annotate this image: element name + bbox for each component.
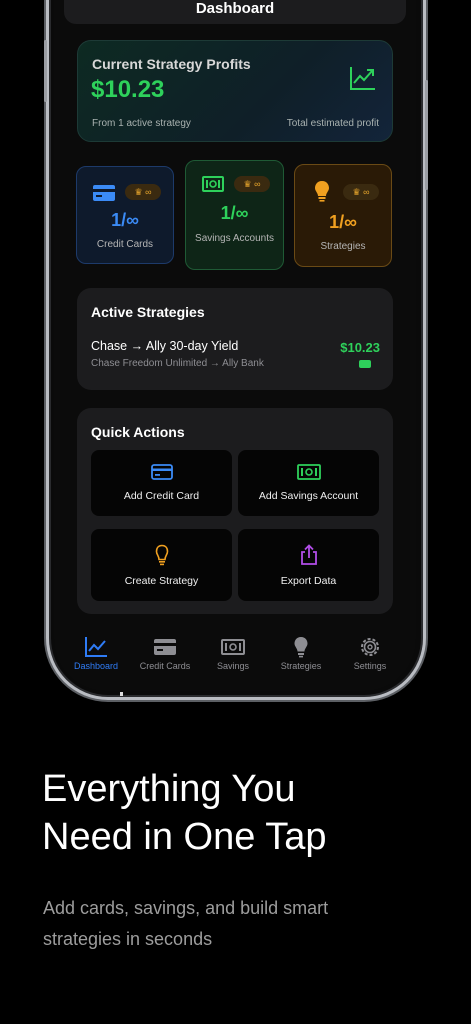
profits-amount: $10.23 bbox=[91, 76, 165, 103]
strategies-count: 1/∞ bbox=[329, 212, 357, 232]
tab-label: Strategies bbox=[280, 661, 322, 671]
banknote-icon bbox=[296, 464, 321, 480]
profits-total-label: Total estimated profit bbox=[286, 118, 379, 129]
app-screen: Dashboard Current Strategy Profits $10.2… bbox=[54, 0, 416, 691]
phone-side-button bbox=[44, 40, 47, 102]
add-savings-account-button[interactable]: Add Savings Account bbox=[238, 450, 379, 516]
active-strategies-card: Active Strategies Chase → Ally 30-day Yi… bbox=[77, 288, 393, 390]
profits-title: Current Strategy Profits bbox=[92, 56, 251, 72]
credit-cards-count: 1/∞ bbox=[111, 210, 139, 230]
strategies-tile[interactable]: ♛ ∞ 1/∞ Strategies bbox=[294, 164, 392, 267]
chart-icon bbox=[85, 637, 107, 657]
gear-icon bbox=[361, 638, 379, 656]
tab-label: Settings bbox=[353, 661, 387, 671]
button-label: Add Savings Account bbox=[258, 490, 359, 502]
lightbulb-icon bbox=[315, 181, 329, 202]
subline-line: Add cards, savings, and build smart bbox=[43, 898, 329, 918]
banknote-icon bbox=[202, 176, 224, 192]
quick-actions-card: Quick Actions Add Credit Card Add Saving… bbox=[77, 408, 393, 614]
tab-label: Dashboard bbox=[73, 661, 119, 671]
button-label: Export Data bbox=[280, 575, 337, 587]
headline-line: Everything You bbox=[42, 768, 296, 810]
profits-source-label: From 1 active strategy bbox=[92, 118, 191, 129]
lightbulb-icon bbox=[294, 637, 308, 658]
button-label: Create Strategy bbox=[124, 575, 199, 587]
tab-savings[interactable]: Savings bbox=[200, 630, 266, 671]
tab-bar: Dashboard Credit Cards Savings Strategie… bbox=[54, 630, 416, 690]
create-strategy-button[interactable]: Create Strategy bbox=[91, 529, 232, 601]
section-title: Active Strategies bbox=[91, 304, 205, 320]
tab-credit-cards[interactable]: Credit Cards bbox=[132, 630, 198, 671]
strategy-profit: $10.23 bbox=[340, 340, 380, 355]
savings-accounts-count: 1/∞ bbox=[220, 203, 249, 223]
credit-cards-label: Credit Cards bbox=[96, 239, 154, 250]
phone-side-button bbox=[425, 80, 428, 190]
trend-chart-icon bbox=[350, 67, 375, 90]
credit-card-icon bbox=[150, 464, 173, 480]
tab-label: Savings bbox=[216, 661, 250, 671]
headline-line: Need in One Tap bbox=[42, 816, 327, 858]
top-bar: Dashboard bbox=[64, 0, 406, 24]
tab-dashboard[interactable]: Dashboard bbox=[63, 630, 129, 671]
share-icon bbox=[300, 544, 317, 565]
credit-cards-tile[interactable]: ♛ ∞ 1/∞ Credit Cards bbox=[76, 166, 174, 264]
export-data-button[interactable]: Export Data bbox=[238, 529, 379, 601]
strategy-name: Chase → Ally 30-day Yield bbox=[91, 339, 239, 353]
marketing-headline: Everything You Need in One Tap bbox=[42, 765, 442, 861]
tab-settings[interactable]: Settings bbox=[337, 630, 403, 671]
lightbulb-icon bbox=[155, 544, 168, 566]
credit-card-icon bbox=[154, 639, 176, 655]
profits-card[interactable]: Current Strategy Profits $10.23 From 1 a… bbox=[77, 40, 393, 142]
strategies-label: Strategies bbox=[320, 241, 366, 252]
banknote-icon bbox=[221, 639, 245, 655]
savings-accounts-label: Savings Accounts bbox=[195, 233, 274, 244]
premium-badge: ♛ ∞ bbox=[125, 184, 161, 200]
banknote-icon bbox=[359, 360, 371, 368]
tab-label: Credit Cards bbox=[139, 661, 191, 671]
premium-badge: ♛ ∞ bbox=[234, 176, 270, 192]
page-title: Dashboard bbox=[195, 0, 275, 17]
premium-badge: ♛ ∞ bbox=[343, 184, 379, 200]
button-label: Add Credit Card bbox=[123, 490, 200, 502]
marketing-subline: Add cards, savings, and build smart stra… bbox=[43, 893, 443, 955]
strategy-path: Chase Freedom Unlimited → Ally Bank bbox=[91, 358, 264, 369]
subline-line: strategies in seconds bbox=[43, 929, 213, 949]
add-credit-card-button[interactable]: Add Credit Card bbox=[91, 450, 232, 516]
section-title: Quick Actions bbox=[91, 424, 185, 440]
credit-card-icon bbox=[93, 185, 115, 201]
savings-accounts-tile[interactable]: ♛ ∞ 1/∞ Savings Accounts bbox=[185, 160, 284, 270]
tab-strategies[interactable]: Strategies bbox=[268, 630, 334, 671]
home-indicator bbox=[120, 692, 123, 696]
